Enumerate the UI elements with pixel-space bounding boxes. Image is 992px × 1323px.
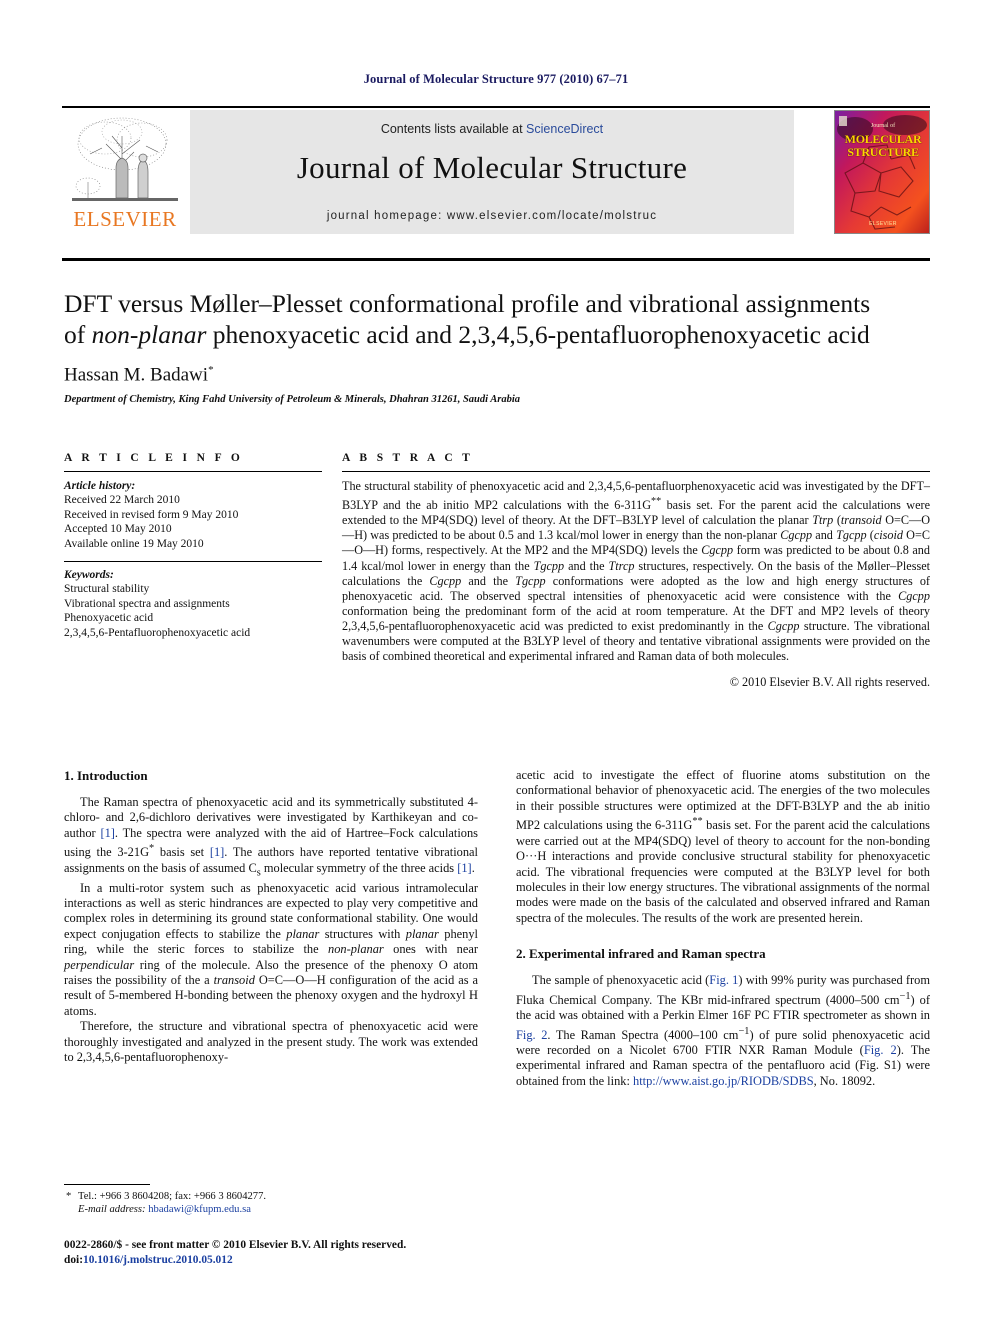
article-history-label: Article history: [64,480,136,492]
contents-prefix: Contents lists available at [380,122,527,136]
citation-ref-1a[interactable]: [1] [100,826,114,840]
history-item-0: Received 22 March 2010 [64,494,180,507]
title-line-1: DFT versus Møller–Plesset conformational… [64,289,871,318]
article-info-column: A R T I C L E I N F O Article history: R… [64,452,322,640]
footnote-email-label: E-mail address: [78,1204,146,1216]
cover-superline: Journal of [870,123,896,129]
journal-cover-thumbnail: Journal of MOLECULAR STRUCTURE ELSEVIER [834,110,930,234]
history-item-2: Accepted 10 May 2010 [64,523,172,536]
page-title: DFT versus Møller–Plesset conformational… [64,288,930,350]
keywords-rule [64,561,322,563]
affiliation: Department of Chemistry, King Fahd Unive… [64,394,521,406]
intro-paragraph-1: The Raman spectra of phenoxyacetic acid … [64,795,478,879]
cover-publisher: ELSEVIER [869,221,897,227]
footnote-email-link[interactable]: hbadawi@kfupm.edu.sa [148,1204,251,1215]
abstract-heading: A B S T R A C T [342,452,474,464]
intro-paragraph-3: Therefore, the structure and vibrational… [64,1019,478,1065]
citation-ref-1b[interactable]: [1] [210,845,224,859]
running-head: Journal of Molecular Structure 977 (2010… [363,72,629,86]
masthead-bottom-rule [62,258,930,261]
article-history-block: Article history: Received 22 March 2010 … [64,479,322,551]
history-item-3: Available online 19 May 2010 [64,537,204,550]
body-column-right: acetic acid to investigate the effect of… [516,768,930,1089]
footnote-tel: Tel.: +966 3 8604208; fax: +966 3 860427… [78,1191,267,1202]
doi-label: doi: [64,1253,83,1266]
doi-link[interactable]: 10.1016/j.molstruc.2010.05.012 [83,1254,233,1266]
figure-ref-2a[interactable]: Fig. 2 [516,1028,547,1042]
author-name: Hassan M. Badawi [64,364,209,386]
history-item-1: Received in revised form 9 May 2010 [64,508,239,521]
sciencedirect-link[interactable]: ScienceDirect [526,122,603,136]
abstract-rule [342,471,930,472]
elsevier-wordmark: ELSEVIER [73,207,177,231]
keyword-0: Structural stability [64,583,150,596]
issn-copyright-block: 0022-2860/$ - see front matter © 2010 El… [64,1238,564,1267]
section-heading-experimental: 2. Experimental infrared and Raman spect… [516,946,766,962]
intro-paragraph-3-continued: acetic acid to investigate the effect of… [516,768,931,925]
title-line-2-prefix: of [64,320,92,349]
issn-line: 0022-2860/$ - see front matter © 2010 El… [64,1239,407,1251]
journal-title: Journal of Molecular Structure [296,150,688,185]
footnote-area: * Tel.: +966 3 8604208; fax: +966 3 8604… [64,1184,478,1217]
external-link-aist[interactable]: http://www.aist.go.jp/RIODB/SDBS [633,1074,814,1088]
keywords-label: Keywords: [64,569,114,582]
figure-ref-1[interactable]: Fig. 1 [709,973,738,987]
article-info-rule [64,471,322,472]
keyword-1: Vibrational spectra and assignments [64,597,230,610]
section-heading-introduction: 1. Introduction [64,768,148,783]
title-block: DFT versus Møller–Plesset conformational… [64,288,930,405]
footnote-star-marker: * [66,1191,72,1202]
title-emphasis: non-planar [91,320,207,349]
keyword-3: 2,3,4,5,6-Pentafluorophenoxyacetic acid [64,626,251,639]
masthead-center: Contents lists available at ScienceDirec… [190,110,794,234]
abstract-column: A B S T R A C T The structural stability… [342,452,930,690]
citation-ref-1c[interactable]: [1] [457,861,471,875]
author-footnote-marker[interactable]: * [208,364,214,376]
cover-title-line2: STRUCTURE [847,144,919,159]
elsevier-logo: ELSEVIER [62,110,188,234]
contents-lists-line: Contents lists available at ScienceDirec… [190,122,794,136]
body-column-left: 1. Introduction The Raman spectra of phe… [64,768,478,1066]
author-list: Hassan M. Badawi* [64,364,930,386]
cover-title: MOLECULAR STRUCTURE [835,133,929,159]
title-line-2-suffix: phenoxyacetic acid and 2,3,4,5,6-pentafl… [206,320,870,349]
journal-homepage[interactable]: journal homepage: www.elsevier.com/locat… [190,210,794,222]
abstract-copyright: © 2010 Elsevier B.V. All rights reserved… [729,675,930,690]
footnote-correspondence: * Tel.: +966 3 8604208; fax: +966 3 8604… [64,1190,478,1217]
intro-paragraph-2: In a multi-rotor system such as phenoxya… [64,880,479,1018]
abstract-text: The structural stability of phenoxyaceti… [342,479,931,664]
paper-page: Journal of Molecular Structure 977 (2010… [0,0,992,1323]
keywords-block: Keywords: Structural stability Vibration… [64,568,322,640]
figure-ref-2b[interactable]: Fig. 2 [864,1043,897,1057]
elsevier-tree-icon [70,114,180,206]
article-info-heading: A R T I C L E I N F O [64,452,244,464]
experimental-paragraph-1: The sample of phenoxyacetic acid (Fig. 1… [516,973,931,1088]
journal-masthead: ELSEVIER Contents lists available at Sci… [62,106,930,234]
footnote-rule [64,1184,150,1185]
keyword-2: Phenoxyacetic acid [64,612,154,625]
